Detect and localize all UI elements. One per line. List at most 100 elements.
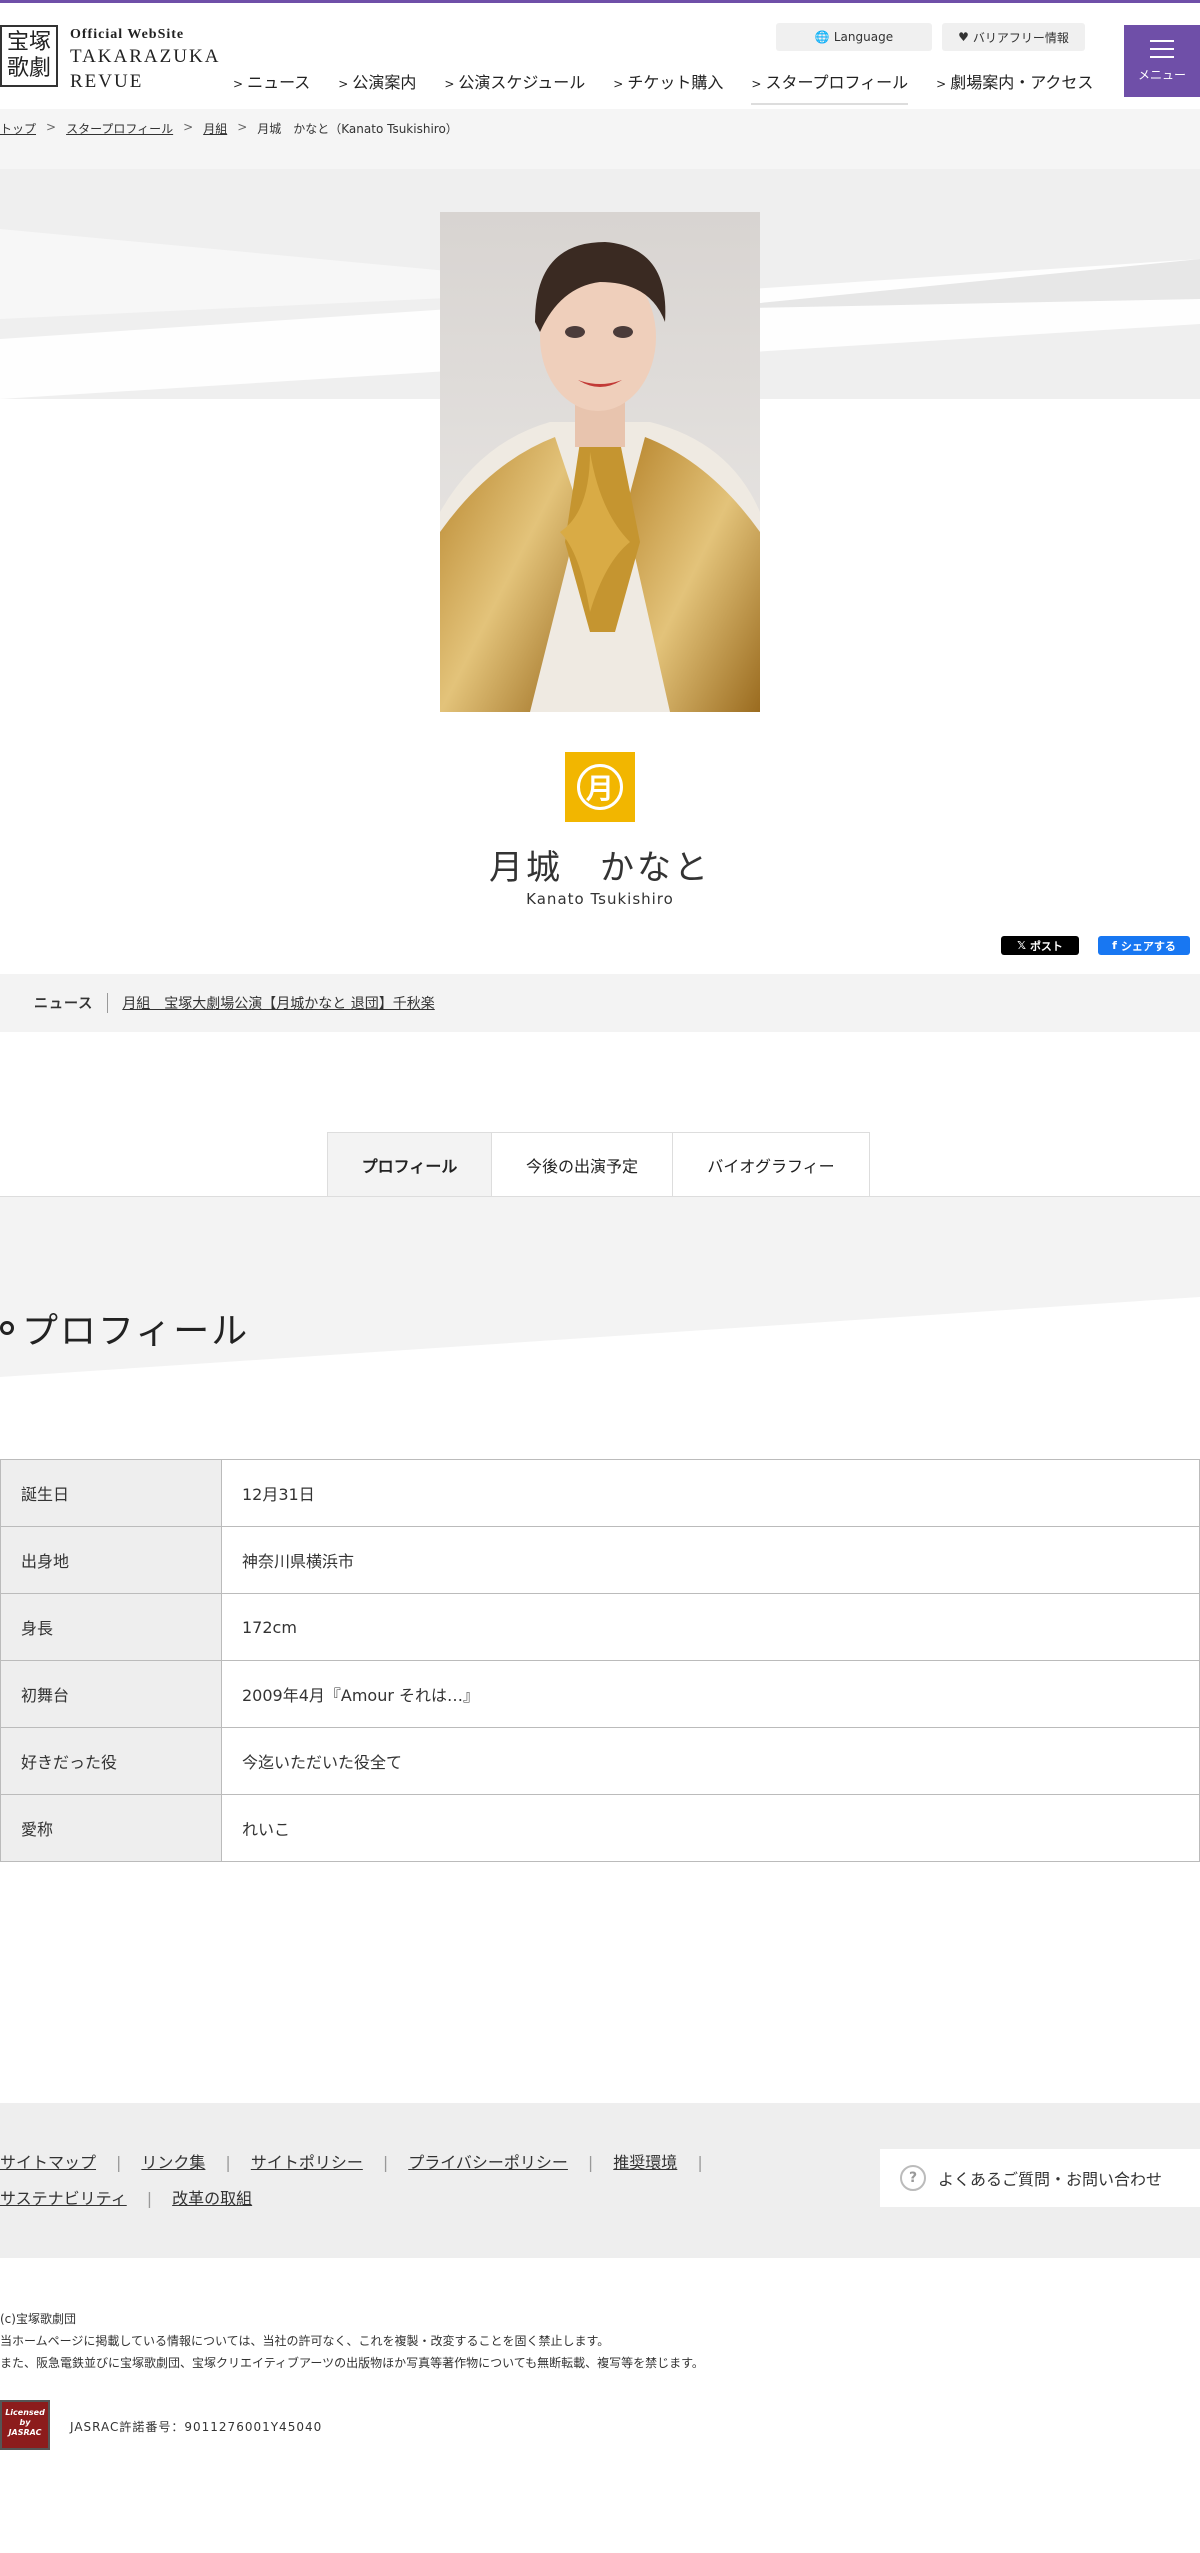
chevron-right-icon: > (338, 77, 349, 91)
hamburger-icon (1150, 39, 1174, 58)
footer-separator: | (116, 2153, 122, 2172)
portrait-illustration (440, 212, 760, 712)
faq-contact-button[interactable]: ? よくあるご質問・お問い合わせ (880, 2149, 1200, 2207)
breadcrumb-top[interactable]: トップ (0, 120, 36, 137)
row-label: 愛称 (0, 1794, 222, 1862)
troupe-moon-badge: 月 (565, 752, 635, 822)
jasrac-badge-text: JASRAC (8, 2428, 42, 2437)
question-icon: ? (900, 2165, 926, 2191)
table-row: 好きだった役 今迄いただいた役全て (0, 1727, 1200, 1795)
faq-label: よくあるご質問・お問い合わせ (938, 2170, 1163, 2189)
site-logo[interactable]: 宝塚 歌劇 Official WebSite TAKARAZUKA REVUE (0, 25, 220, 93)
nav-label: ニュース (247, 73, 311, 92)
nav-item-theater-access[interactable]: > 劇場案内・アクセス (936, 69, 1093, 105)
nav-label: 公演スケジュール (458, 73, 586, 92)
logo-mark: 宝塚 歌劇 (0, 25, 58, 87)
global-nav: > ニュース > 公演案内 > 公演スケジュール > チケット購入 > スタープロフィール… (233, 69, 1121, 105)
breadcrumb-current: 月城 かなと（Kanato Tsukishiro） (257, 122, 458, 136)
chevron-right-icon: > (936, 77, 947, 91)
star-portrait-image (440, 212, 760, 712)
nav-label: 公演案内 (352, 73, 417, 92)
barrier-free-button[interactable]: ♥ バリアフリー情報 (942, 23, 1085, 51)
tab-profile[interactable]: プロフィール (327, 1132, 492, 1196)
footer-link-sitemap[interactable]: サイトマップ (0, 2153, 96, 2172)
tab-upcoming-appearances[interactable]: 今後の出演予定 (491, 1132, 673, 1196)
breadcrumb-separator: > (183, 120, 194, 134)
footer-separator: | (225, 2153, 231, 2172)
jasrac-permit-number: JASRAC許諾番号：9011276001Y45040 (70, 2420, 323, 2434)
footer-links-bar: サイトマップ | リンク集 | サイトポリシー | プライバシーポリシー | 推奨環境 | サステ… (0, 2103, 1200, 2258)
footer-link-site-policy[interactable]: サイトポリシー (251, 2153, 363, 2172)
nav-label: 劇場案内・アクセス (950, 73, 1094, 92)
table-row: 誕生日 12月31日 (0, 1459, 1200, 1527)
site-header: 宝塚 歌劇 Official WebSite TAKARAZUKA REVUE … (0, 3, 1200, 109)
logo-name-2: REVUE (70, 71, 144, 92)
row-value: 172cm (221, 1593, 1200, 1661)
chevron-right-icon: > (751, 77, 762, 91)
jasrac-badge-text: by (19, 2418, 31, 2427)
facebook-icon: f (1112, 939, 1117, 952)
star-name-roman: Kanato Tsukishiro (526, 890, 674, 908)
moon-troupe-icon: 月 (577, 764, 623, 810)
nav-item-performances[interactable]: > 公演案内 (338, 69, 416, 105)
copyright-line: また、阪急電鉄並びに宝塚歌劇団、宝塚クリエイティブアーツの出版物ほか写真等著作物… (0, 2356, 704, 2370)
table-row: 出身地 神奈川県横浜市 (0, 1526, 1200, 1594)
news-label: ニュース (34, 993, 109, 1013)
table-row: 初舞台 2009年4月『Amour それは…』 (0, 1660, 1200, 1728)
breadcrumb-troupe[interactable]: 月組 (203, 120, 227, 137)
footer-link-recommended-env[interactable]: 推奨環境 (613, 2153, 677, 2172)
row-label: 好きだった役 (0, 1727, 222, 1795)
row-label: 出身地 (0, 1526, 222, 1594)
row-value: 2009年4月『Amour それは…』 (221, 1660, 1200, 1728)
facebook-share-label: シェアする (1120, 939, 1176, 953)
section-heading: プロフィール (0, 1302, 249, 1354)
chevron-right-icon: > (613, 77, 624, 91)
facebook-share-button[interactable]: f シェアする (1098, 936, 1190, 955)
nav-item-tickets[interactable]: > チケット購入 (613, 69, 723, 105)
nav-item-star-profile[interactable]: > スタープロフィール (751, 69, 909, 105)
copyright-line: 当ホームページに掲載している情報については、当社の許可なく、これを複製・改変する… (0, 2334, 610, 2348)
copyright-line: (c)宝塚歌劇団 (0, 2312, 76, 2326)
row-label: 身長 (0, 1593, 222, 1661)
footer-link-reform[interactable]: 改革の取組 (172, 2189, 252, 2208)
copyright-notice: (c)宝塚歌劇団 当ホームページに掲載している情報については、当社の許可なく、こ… (0, 2308, 704, 2374)
logo-official: Official WebSite (70, 27, 185, 42)
row-label: 初舞台 (0, 1660, 222, 1728)
circle-bullet-icon (0, 1321, 14, 1335)
news-bar: ニュース 月組 宝塚大劇場公演【月城かなと 退団】千秋楽 (0, 974, 1200, 1032)
row-value: 12月31日 (221, 1459, 1200, 1527)
x-post-button[interactable]: 𝕏 ポスト (1001, 936, 1079, 955)
footer-separator: | (382, 2153, 389, 2172)
language-label: Language (833, 30, 894, 44)
tab-biography[interactable]: バイオグラフィー (672, 1132, 870, 1196)
footer-link-list: サイトマップ | リンク集 | サイトポリシー | プライバシーポリシー | 推奨環境 | サステ… (0, 2145, 860, 2217)
footer-separator: | (587, 2153, 594, 2172)
news-link[interactable]: 月組 宝塚大劇場公演【月城かなと 退団】千秋楽 (122, 993, 434, 1013)
footer-link-sustainability[interactable]: サステナビリティ (0, 2189, 127, 2208)
menu-button[interactable]: メニュー (1124, 25, 1200, 97)
row-value: 神奈川県横浜市 (221, 1526, 1200, 1594)
footer-separator: | (697, 2153, 703, 2172)
menu-label: メニュー (1137, 67, 1186, 82)
footer-link-privacy-policy[interactable]: プライバシーポリシー (408, 2153, 568, 2172)
logo-kanji-top: 宝塚 (6, 30, 51, 55)
chevron-right-icon: > (233, 77, 244, 91)
jasrac-badge-text: Licensed (5, 2408, 45, 2417)
row-value: 今迄いただいた役全て (221, 1727, 1200, 1795)
row-value: れいこ (221, 1794, 1200, 1862)
logo-name-1: TAKARAZUKA (70, 46, 221, 67)
breadcrumb: トップ > スタープロフィール > 月組 > 月城 かなと（Kanato Tsu… (0, 120, 458, 137)
star-name: 月城 かなと (489, 848, 711, 888)
table-row: 愛称 れいこ (0, 1794, 1200, 1862)
nav-item-schedule[interactable]: > 公演スケジュール (444, 69, 585, 105)
breadcrumb-star-profile[interactable]: スタープロフィール (66, 120, 173, 137)
profile-tabs: プロフィール 今後の出演予定 バイオグラフィー (327, 1132, 870, 1196)
logo-text: Official WebSite TAKARAZUKA REVUE (70, 25, 220, 93)
chevron-right-icon: > (444, 77, 455, 91)
language-button[interactable]: 🌐 Language (776, 23, 932, 51)
footer-link-links[interactable]: リンク集 (141, 2153, 205, 2172)
nav-label: スタープロフィール (765, 73, 909, 92)
jasrac-logo: Licensed by JASRAC (0, 2400, 50, 2450)
nav-item-news[interactable]: > ニュース (233, 69, 310, 105)
x-icon: 𝕏 (1017, 939, 1026, 952)
